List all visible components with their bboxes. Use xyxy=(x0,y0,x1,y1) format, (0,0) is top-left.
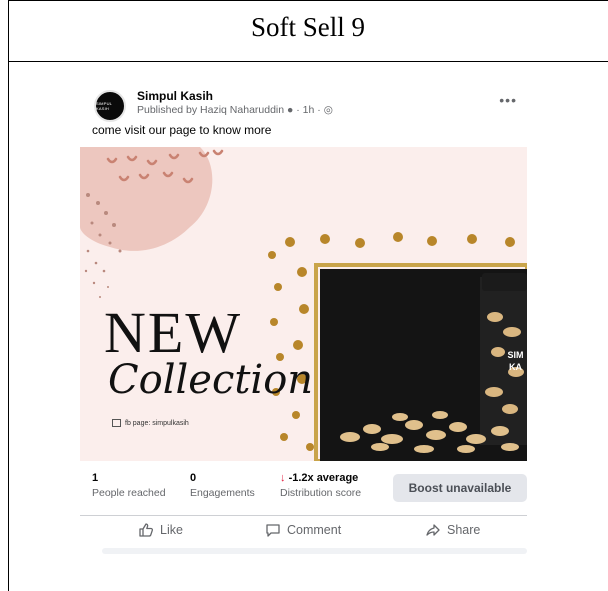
like-label: Like xyxy=(160,523,183,537)
post-caption: come visit our page to know more xyxy=(92,123,272,137)
image-fb-page-label: fb page: simpulkasih xyxy=(112,419,189,427)
comment-input-partial[interactable] xyxy=(102,548,527,554)
post-image[interactable]: SIM KA NEW Collection fb page: simpulkas… xyxy=(80,147,527,461)
comment-label: Comment xyxy=(287,523,342,537)
engagements-stat[interactable]: 0 Engagements xyxy=(190,472,255,499)
people-reached-value: 1 xyxy=(92,472,99,484)
document-title: Soft Sell 9 xyxy=(250,12,365,42)
down-arrow-icon: ↓ xyxy=(280,472,286,484)
distribution-value: -1.2x average xyxy=(288,472,359,484)
page-name-link[interactable]: Simpul Kasih xyxy=(137,89,213,103)
image-subline: Collection xyxy=(108,357,314,403)
engagements-value: 0 xyxy=(190,472,197,484)
boost-button[interactable]: Boost unavailable xyxy=(393,474,527,502)
share-button[interactable]: Share xyxy=(425,522,480,538)
like-button[interactable]: Like xyxy=(138,522,183,538)
comment-icon xyxy=(266,524,280,537)
image-headline: NEW xyxy=(104,300,243,365)
more-options-icon[interactable]: ••• xyxy=(499,92,517,108)
comment-button[interactable]: Comment xyxy=(265,522,341,538)
thumbs-up-icon xyxy=(139,523,154,537)
engagements-label: Engagements xyxy=(190,487,255,499)
share-label: Share xyxy=(447,523,481,537)
people-reached-stat[interactable]: 1 People reached xyxy=(92,472,166,499)
frame-divider xyxy=(8,61,608,62)
share-icon xyxy=(426,524,440,536)
facebook-post: SIMPUL KASIH Simpul Kasih Published by H… xyxy=(80,85,527,554)
shopping-bag-icon xyxy=(112,419,121,427)
people-reached-label: People reached xyxy=(92,487,166,499)
post-actions-bar: Like Comment Share xyxy=(80,515,527,546)
jar-label: SIM KA xyxy=(507,350,524,372)
page-avatar[interactable]: SIMPUL KASIH xyxy=(94,90,126,122)
frame-top-border xyxy=(8,0,608,1)
published-by-line: Published by Haziq Naharuddin ● · 1h · ◎ xyxy=(137,104,333,116)
distribution-label: Distribution score xyxy=(280,487,362,499)
distribution-score-stat[interactable]: ↓ -1.2x average Distribution score xyxy=(280,472,361,499)
post-insights: 1 People reached 0 Engagements ↓ -1.2x a… xyxy=(80,463,527,513)
avatar-text: SIMPUL KASIH xyxy=(96,101,112,111)
